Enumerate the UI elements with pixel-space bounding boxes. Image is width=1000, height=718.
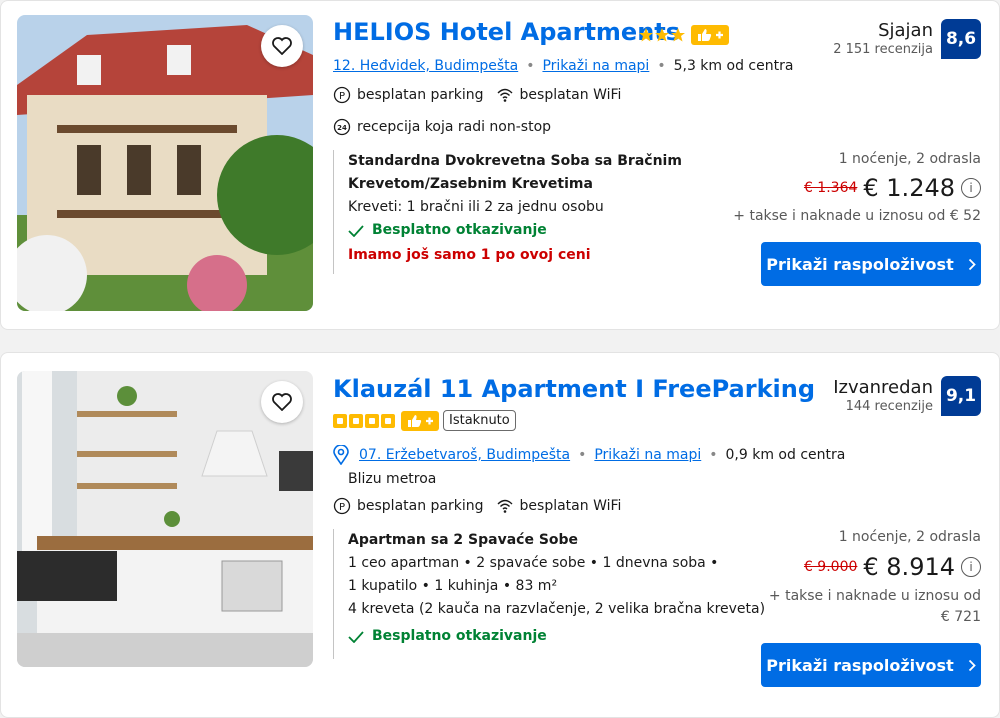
wifi-icon xyxy=(497,499,513,513)
info-icon[interactable]: i xyxy=(961,557,981,577)
taxes-text: + takse i naknade u iznosu od € 52 xyxy=(733,208,981,224)
location-row: 12. Heđvidek, Budimpešta • Prikaži na ma… xyxy=(333,58,793,74)
review-score-badge[interactable]: 8,6 xyxy=(941,19,981,59)
info-icon[interactable]: i xyxy=(961,178,981,198)
price-row: € 1.364 € 1.248 i xyxy=(804,174,981,202)
star-icon xyxy=(639,28,653,42)
room-name-line-2[interactable]: Krevetom/Zasebnim Krevetima xyxy=(348,173,682,196)
rating-word: Sjajan xyxy=(878,20,933,41)
property-photo[interactable] xyxy=(17,15,313,311)
checkmark-icon xyxy=(348,224,364,237)
room-detail-line-2: 1 kupatilo • 1 kuhinja • 83 m² xyxy=(348,578,558,594)
star-rating xyxy=(639,25,729,45)
svg-text:P: P xyxy=(339,502,345,513)
facility-wifi: besplatan WiFi xyxy=(519,87,622,103)
rating-word: Izvanredan xyxy=(833,377,933,398)
facilities-row: P besplatan parking besplatan WiFi xyxy=(333,86,621,104)
free-cancellation-text: Besplatno otkazivanje xyxy=(372,628,547,644)
price-row: € 9.000 € 8.914 i xyxy=(804,553,981,581)
show-availability-button[interactable]: Prikaži raspoloživost xyxy=(761,643,981,687)
metro-text: Blizu metroa xyxy=(348,471,437,487)
distance-text: 5,3 km od centra xyxy=(673,58,794,74)
review-score-badge[interactable]: 9,1 xyxy=(941,376,981,416)
featured-badge: Istaknuto xyxy=(443,410,516,431)
show-availability-button[interactable]: Prikaži raspoloživost xyxy=(761,242,981,286)
wifi-icon xyxy=(497,88,513,102)
review-count: 2 151 recenzija xyxy=(833,42,933,57)
preferred-partner-badge-icon[interactable] xyxy=(691,25,729,45)
property-card: HELIOS Hotel Apartments 12. Heđvidek, Bu… xyxy=(0,0,1000,330)
room-detail-line-3: 4 kreveta (2 kauča na razvlačenje, 2 vel… xyxy=(348,601,766,617)
property-card: Klauzál 11 Apartment I FreeParking Istak… xyxy=(0,352,1000,718)
location-pin-icon xyxy=(333,445,349,465)
square-rating-icon xyxy=(365,414,379,428)
room-name[interactable]: Apartman sa 2 Spavaće Sobe xyxy=(348,529,765,552)
button-label: Prikaži raspoloživost xyxy=(766,254,954,274)
chevron-right-icon xyxy=(968,258,976,270)
star-icon xyxy=(671,28,685,42)
room-detail-line-1: 1 ceo apartman • 2 spavaće sobe • 1 dnev… xyxy=(348,555,719,571)
rating-squares xyxy=(333,411,439,431)
separator-dot: • xyxy=(526,58,535,74)
free-cancellation-text: Besplatno otkazivanje xyxy=(372,222,547,238)
property-title[interactable]: Klauzál 11 Apartment I FreeParking xyxy=(333,375,815,403)
room-info: Apartman sa 2 Spavaće Sobe 1 ceo apartma… xyxy=(333,529,765,659)
property-title[interactable]: HELIOS Hotel Apartments xyxy=(333,18,680,46)
separator-dot: • xyxy=(578,447,587,463)
checkmark-icon xyxy=(348,630,364,643)
beds-text: Kreveti: 1 bračni ili 2 za jednu osobu xyxy=(348,199,604,215)
heart-icon[interactable] xyxy=(261,25,303,67)
current-price: € 1.248 xyxy=(863,174,955,202)
parking-icon: P xyxy=(333,86,351,104)
facilities-row: P besplatan parking besplatan WiFi xyxy=(333,497,621,515)
square-rating-icon xyxy=(381,414,395,428)
taxes-line-1: + takse i naknade u iznosu od xyxy=(768,588,981,604)
occupancy-text: 1 noćenje, 2 odrasla xyxy=(838,151,981,167)
original-price: € 9.000 xyxy=(803,559,858,575)
button-label: Prikaži raspoloživost xyxy=(766,655,954,675)
star-icon xyxy=(655,28,669,42)
facility-parking: besplatan parking xyxy=(357,87,484,103)
reception-text: recepcija koja radi non-stop xyxy=(357,119,552,135)
occupancy-text: 1 noćenje, 2 odrasla xyxy=(838,529,981,545)
reception-row: 24 recepcija koja radi non-stop xyxy=(333,118,551,136)
heart-icon[interactable] xyxy=(261,381,303,423)
facility-parking: besplatan parking xyxy=(357,498,484,514)
address-link[interactable]: 12. Heđvidek, Budimpešta xyxy=(333,58,518,74)
svg-text:24: 24 xyxy=(337,124,347,132)
free-cancellation: Besplatno otkazivanje xyxy=(348,219,682,242)
taxes-line-2: € 721 xyxy=(940,609,981,625)
square-rating-icon xyxy=(333,414,347,428)
separator-dot: • xyxy=(657,58,666,74)
24h-icon: 24 xyxy=(333,118,351,136)
free-cancellation: Besplatno otkazivanje xyxy=(348,625,765,648)
room-info: Standardna Dvokrevetna Soba sa Bračnim K… xyxy=(333,150,682,274)
taxes-text: + takse i naknade u iznosu od € 721 xyxy=(769,586,981,628)
review-summary[interactable]: Sjajan 2 151 recenzija xyxy=(833,21,933,59)
square-rating-icon xyxy=(349,414,363,428)
address-link[interactable]: 07. Eržebetvaroš, Budimpešta xyxy=(359,447,570,463)
room-name-line-1[interactable]: Standardna Dvokrevetna Soba sa Bračnim xyxy=(348,150,682,173)
original-price: € 1.364 xyxy=(803,180,858,196)
urgency-message: Imamo još samo 1 po ovoj ceni xyxy=(348,247,591,263)
map-link[interactable]: Prikaži na mapi xyxy=(542,58,649,74)
parking-icon: P xyxy=(333,497,351,515)
distance-text: 0,9 km od centra xyxy=(725,447,846,463)
preferred-partner-badge-icon[interactable] xyxy=(401,411,439,431)
current-price: € 8.914 xyxy=(863,553,955,581)
chevron-right-icon xyxy=(968,659,976,671)
location-row: 07. Eržebetvaroš, Budimpešta • Prikaži n… xyxy=(333,445,845,465)
svg-text:P: P xyxy=(339,91,345,102)
review-count: 144 recenzije xyxy=(845,399,933,414)
map-link[interactable]: Prikaži na mapi xyxy=(594,447,701,463)
property-photo[interactable] xyxy=(17,371,313,667)
separator-dot: • xyxy=(709,447,718,463)
facility-wifi: besplatan WiFi xyxy=(519,498,622,514)
review-summary[interactable]: Izvanredan 144 recenzije xyxy=(833,378,933,416)
